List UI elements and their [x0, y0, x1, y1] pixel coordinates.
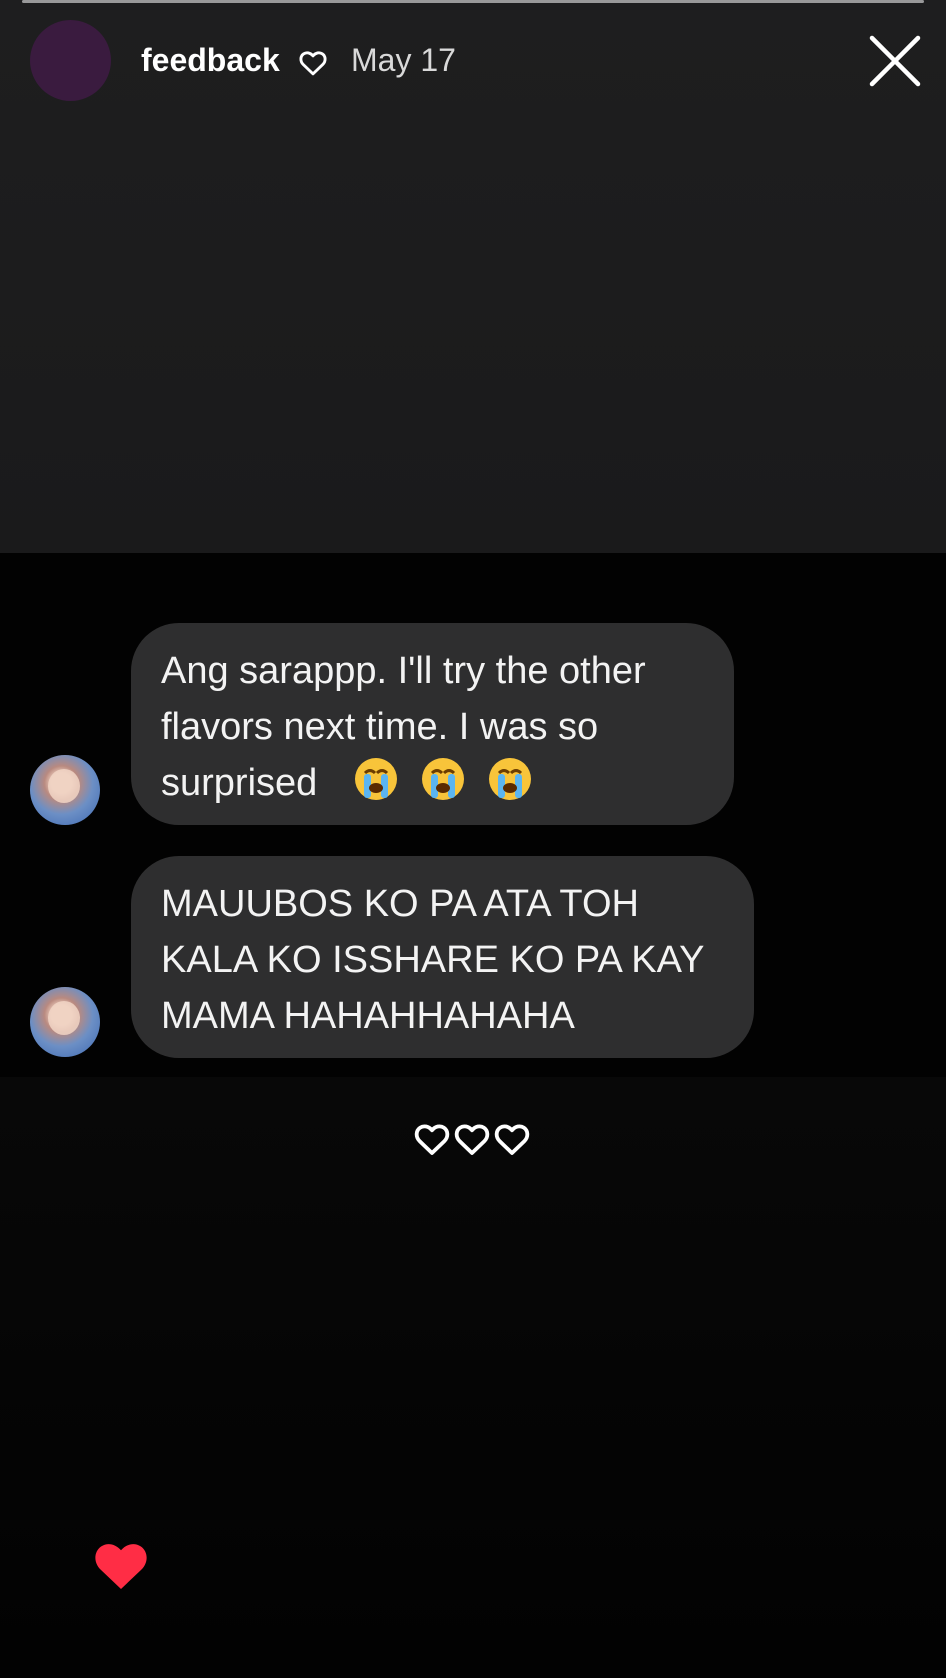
message-line: KALA KO ISSHARE KO PA KAY — [161, 939, 705, 981]
heart-outline-icon — [414, 1124, 450, 1155]
message-text: surprised — [161, 762, 318, 804]
heart-filled-icon[interactable] — [91, 1536, 151, 1592]
heart-reactions — [413, 1120, 533, 1158]
loudly-crying-face-icon — [488, 758, 531, 800]
story-header: feedback May 17 — [0, 0, 946, 120]
sender-avatar — [30, 987, 100, 1057]
username[interactable]: feedback — [141, 40, 280, 80]
story-viewer: feedback May 17 Ang sarappp. I'll try th… — [0, 0, 946, 1678]
loudly-crying-face-icon — [421, 758, 464, 800]
message-line: surprised — [161, 755, 704, 811]
heart-outline-icon — [299, 51, 327, 76]
heart-outline-icon — [494, 1124, 530, 1155]
close-icon[interactable] — [864, 30, 926, 92]
heart-outline-icon — [454, 1124, 490, 1155]
message-line: Ang sarappp. I'll try the other — [161, 650, 646, 692]
heart-fill — [95, 1544, 147, 1589]
sender-avatar — [30, 755, 100, 825]
profile-avatar[interactable] — [30, 20, 111, 101]
message-bubble: MAUUBOS KO PA ATA TOH KALA KO ISSHARE KO… — [131, 856, 754, 1058]
message-bubble: Ang sarappp. I'll try the other flavors … — [131, 623, 734, 825]
message-line: flavors next time. I was so — [161, 706, 599, 748]
message-line: MAUUBOS KO PA ATA TOH — [161, 883, 639, 925]
loudly-crying-face-icon — [355, 758, 398, 800]
message-line: MAMA HAHAHHAHAHA — [161, 995, 575, 1037]
post-date: May 17 — [351, 42, 456, 78]
